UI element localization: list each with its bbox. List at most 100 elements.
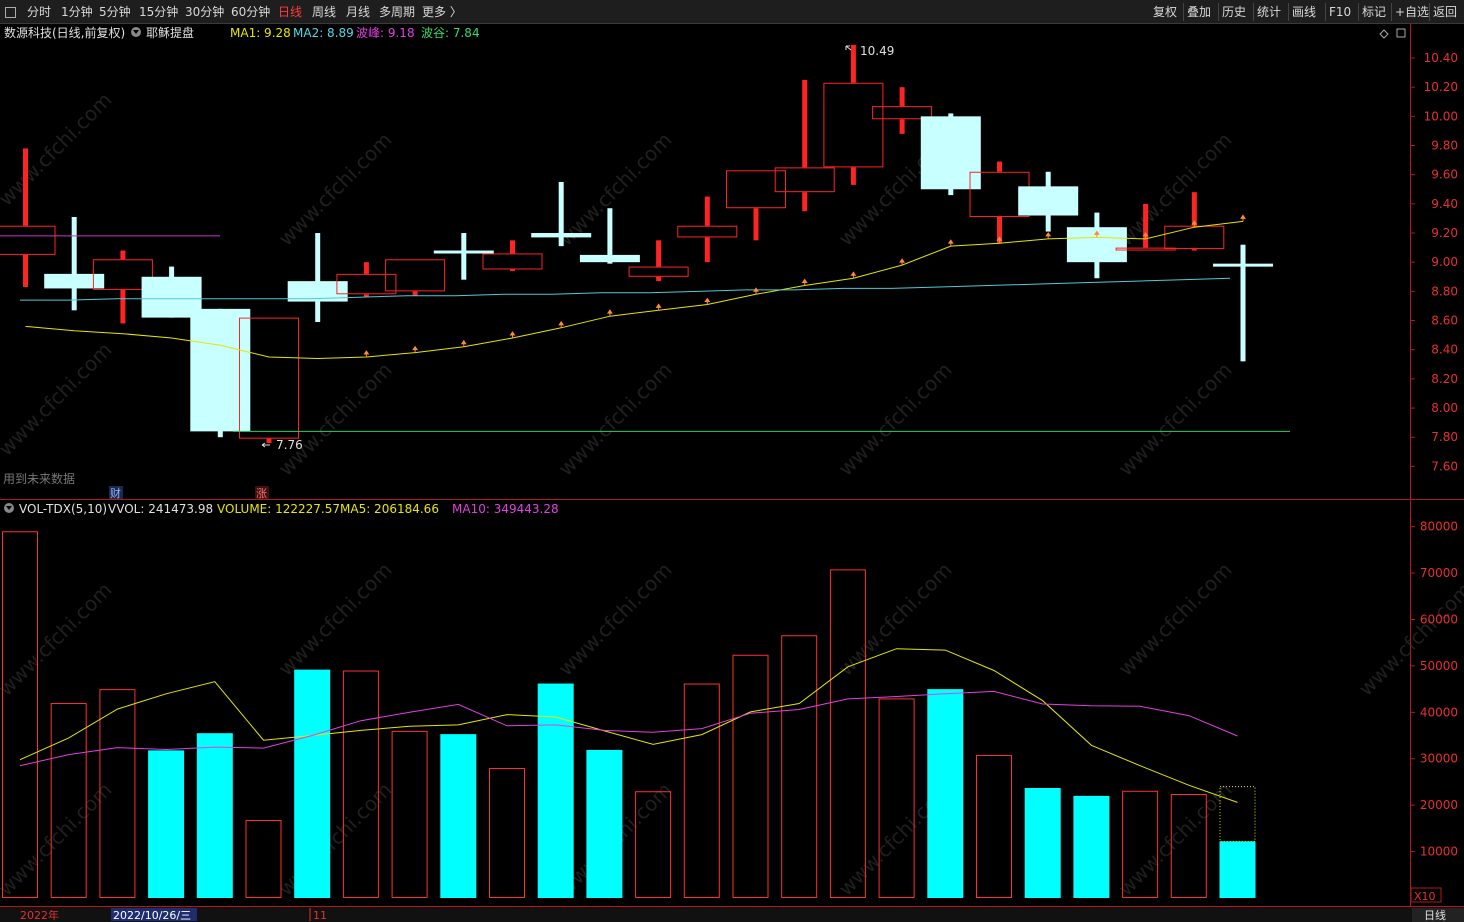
price-axis-label: 8.80 — [1431, 284, 1458, 298]
peak-value: 波峰: 9.18 — [356, 26, 415, 40]
volume-axis-label: 70000 — [1420, 566, 1458, 580]
toolbar-separator — [1391, 3, 1392, 21]
price-axis-label: 8.20 — [1431, 372, 1458, 386]
volume-axis-label: 40000 — [1420, 705, 1458, 719]
candle-wick — [656, 276, 662, 282]
price-axis-label: 9.60 — [1431, 168, 1458, 182]
small-box-icon[interactable] — [5, 7, 16, 18]
candle-body — [1018, 186, 1079, 216]
toolbar-button-4[interactable]: 画线 — [1292, 4, 1316, 20]
candle — [190, 308, 251, 438]
volume-bar — [196, 733, 233, 898]
limit-up-mark: 涨 — [256, 487, 267, 500]
candle-body — [433, 250, 494, 254]
period-tab-5[interactable]: 60分钟 — [231, 4, 270, 20]
toolbar-button-7[interactable]: +自选 — [1395, 4, 1429, 20]
toolbar-button-3[interactable]: 统计 — [1257, 4, 1281, 20]
date-year-label: 2022年 — [20, 908, 59, 922]
toolbar-separator — [1253, 3, 1254, 21]
period-tab-9[interactable]: 多周期 — [379, 4, 415, 20]
toolbar-separator — [1218, 3, 1219, 21]
price-axis-label: 8.00 — [1431, 401, 1458, 415]
vol-ma5-value: MA5: 206184.66 — [340, 502, 439, 516]
indicator-name: 耶稣提盘 — [146, 25, 194, 40]
price-axis-label: 10.00 — [1424, 109, 1458, 123]
ma2-value: MA2: 8.89 — [293, 26, 354, 40]
period-tab-8[interactable]: 月线 — [346, 4, 370, 20]
toolbar-button-1[interactable]: 叠加 — [1187, 4, 1211, 20]
volume-bar — [148, 750, 185, 898]
toolbar-button-6[interactable]: 标记 — [1362, 4, 1386, 20]
vol-ma10-value: MA10: 349443.28 — [452, 502, 559, 516]
candle-body — [920, 116, 981, 190]
candle-wick — [510, 269, 515, 271]
candle-body — [44, 273, 105, 289]
candle-wick — [1143, 203, 1149, 248]
price-axis-label: 9.00 — [1431, 255, 1458, 269]
price-axis-label: 7.60 — [1431, 459, 1458, 473]
period-tab-6[interactable]: 日线 — [278, 4, 302, 20]
candle-wick — [510, 240, 515, 254]
volume-bar — [927, 689, 964, 898]
volume-axis-label: 30000 — [1420, 752, 1458, 766]
ma1-value: MA1: 9.28 — [230, 26, 291, 40]
volume-value: VOLUME: 122227.57 — [217, 502, 340, 516]
candle-wick — [850, 44, 856, 83]
high-price-label: 10.49 — [860, 44, 894, 58]
low-price-label: 7.76 — [276, 438, 303, 452]
period-tab-7[interactable]: 周线 — [312, 4, 336, 20]
period-tab-1[interactable]: 1分钟 — [61, 4, 93, 20]
candle-wick — [315, 233, 321, 322]
candle-wick — [412, 291, 418, 296]
volume-bar — [1024, 787, 1061, 898]
price-axis-label: 9.80 — [1431, 139, 1458, 153]
volume-bar — [294, 669, 331, 898]
candle-body — [531, 233, 592, 238]
toolbar-button-5[interactable]: F10 — [1329, 4, 1351, 20]
price-axis-label: 7.80 — [1431, 430, 1458, 444]
volume-unit-label: X10 — [1414, 890, 1436, 903]
price-axis-label: 9.40 — [1431, 197, 1458, 211]
candle-wick — [704, 196, 710, 226]
date-bar — [0, 907, 1464, 922]
volume-axis-label: 20000 — [1420, 798, 1458, 812]
candle-body — [1213, 263, 1273, 267]
candle-body — [190, 308, 251, 432]
toolbar-separator — [1429, 3, 1430, 21]
toolbar-button-2[interactable]: 历史 — [1222, 4, 1246, 20]
period-tab-3[interactable]: 15分钟 — [139, 4, 178, 20]
volume-bar — [1073, 795, 1110, 898]
finance-mark: 财 — [110, 486, 121, 500]
candle-wick — [802, 79, 808, 168]
volume-axis-label: 60000 — [1420, 612, 1458, 626]
price-axis-label: 8.40 — [1431, 343, 1458, 357]
kline-chart-area: www.cfchi.comwww.cfchi.com www.cfchi.com w… — [0, 24, 1464, 922]
cursor-date-label: 2022/10/26/三 — [113, 909, 191, 922]
date-month-label: 11 — [313, 909, 327, 922]
volume-indicator-name: VOL-TDX(5,10) — [19, 502, 107, 516]
candle-wick — [461, 233, 467, 280]
candle-wick — [899, 87, 905, 107]
candle — [920, 113, 981, 196]
vvol-value: VVOL: 241473.98 — [108, 502, 213, 516]
trough-value: 波谷: 7.84 — [421, 26, 480, 40]
volume-bar — [537, 683, 574, 898]
candle-wick — [23, 148, 28, 226]
price-axis-label: 8.60 — [1431, 314, 1458, 328]
period-tab-2[interactable]: 5分钟 — [99, 4, 131, 20]
volume-bar — [586, 749, 623, 898]
chart-title: 数源科技(日线,前复权) — [4, 25, 125, 40]
toolbar-button-0[interactable]: 复权 — [1153, 4, 1177, 20]
volume-axis-label: 50000 — [1420, 659, 1458, 673]
toolbar-button-8[interactable]: 返回 — [1433, 4, 1457, 20]
toolbar-separator — [1183, 3, 1184, 21]
candle-wick — [753, 208, 759, 241]
period-tab-10[interactable]: 更多 〉 — [422, 4, 462, 20]
price-axis-label: 10.20 — [1424, 80, 1458, 94]
volume-axis-label: 80000 — [1420, 520, 1458, 534]
candle-wick — [899, 119, 905, 134]
period-tab-0[interactable]: 分时 — [27, 4, 51, 20]
candle-wick — [656, 240, 662, 267]
period-badge-label: 日线 — [1424, 908, 1446, 922]
period-tab-4[interactable]: 30分钟 — [185, 4, 224, 20]
